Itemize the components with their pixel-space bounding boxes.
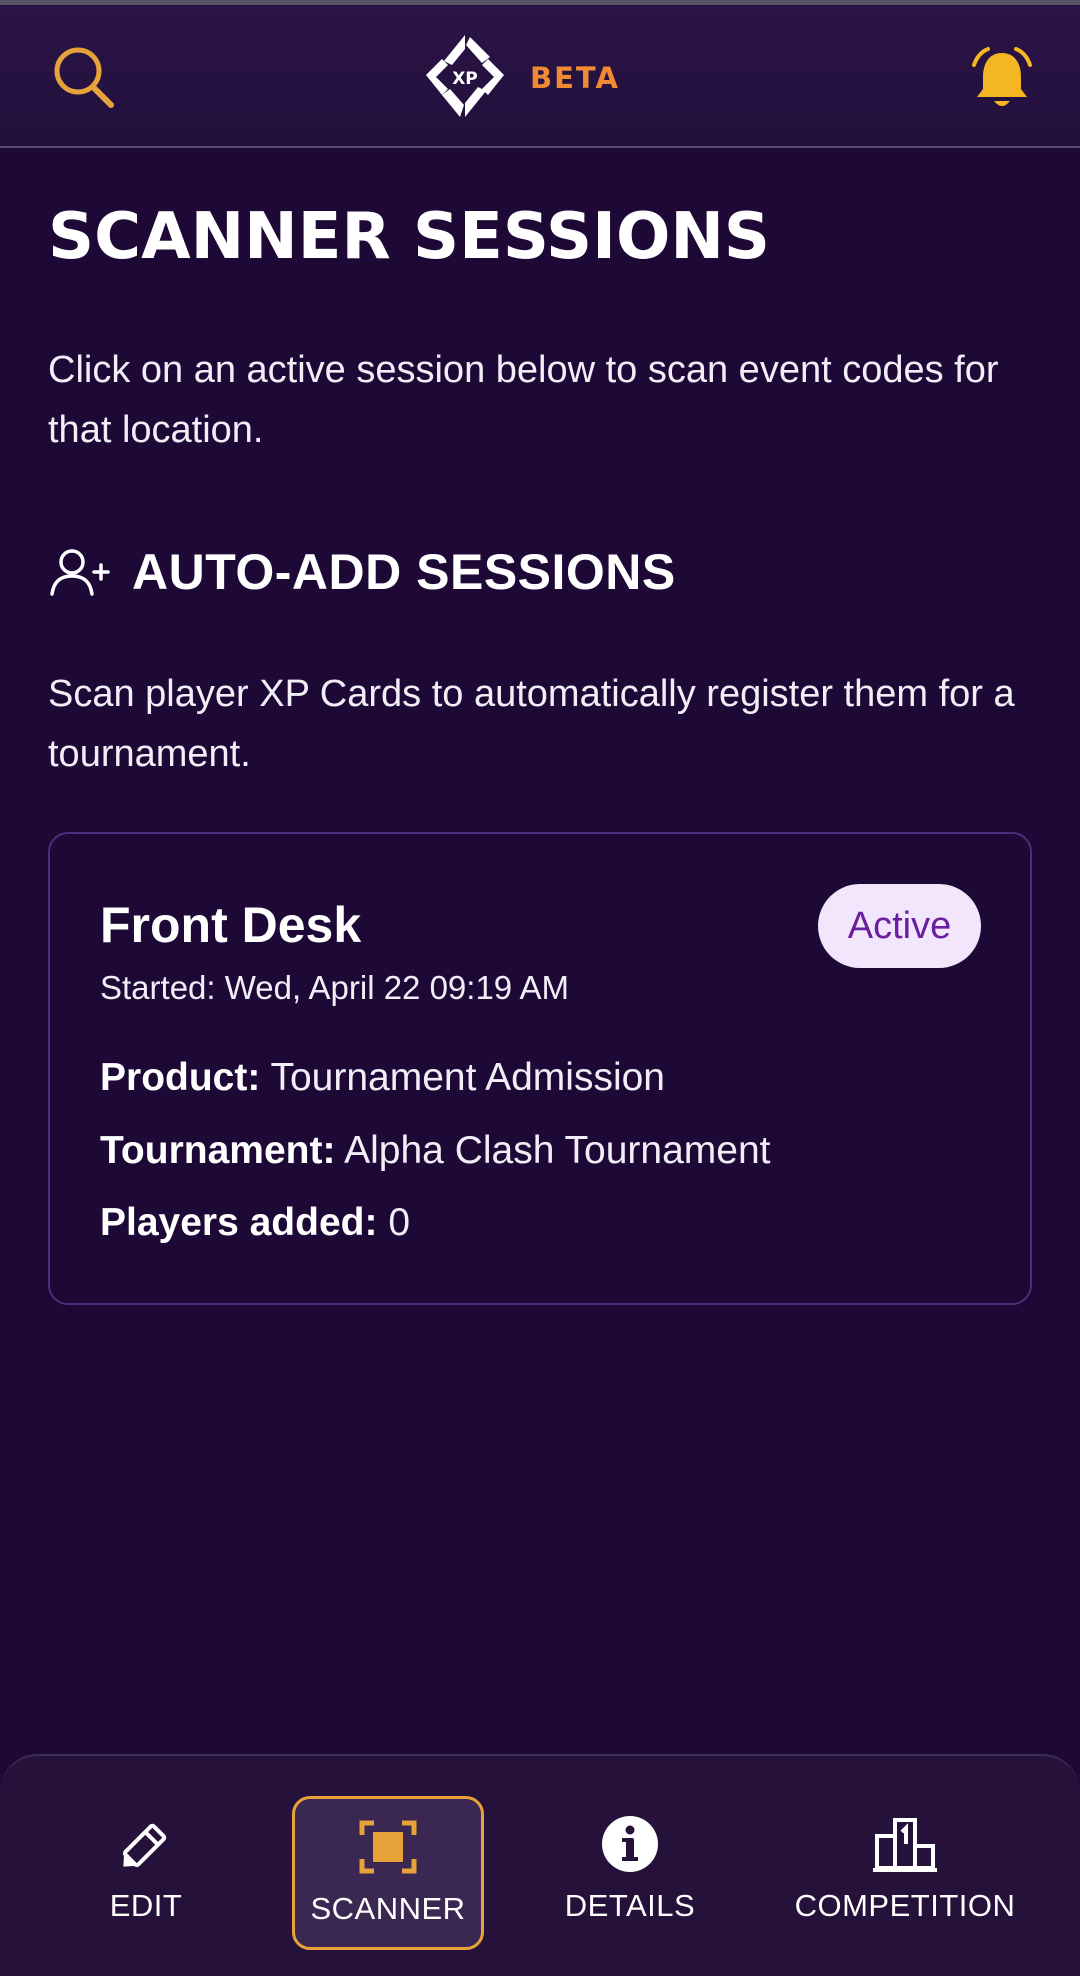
nav-scanner-label: SCANNER <box>310 1891 466 1926</box>
notifications-button[interactable] <box>968 45 1036 113</box>
section-heading: AUTO-ADD SESSIONS <box>48 540 676 604</box>
session-started: Started: Wed, April 22 09:19 AM <box>100 969 569 1006</box>
product-value: Tournament Admission <box>270 1056 666 1099</box>
nav-competition-label: COMPETITION <box>794 1888 1016 1923</box>
app-logo[interactable]: XP BETA <box>420 31 720 127</box>
search-icon <box>54 47 114 108</box>
bottom-nav: EDIT SCANNER DETAILS COMPETITION <box>0 1754 1080 1976</box>
xp-logo-icon: XP <box>426 35 504 117</box>
players-label: Players added: <box>100 1201 378 1244</box>
session-name: Front Desk <box>100 897 362 953</box>
product-label: Product: <box>100 1056 261 1099</box>
beta-label: BETA <box>530 61 620 95</box>
page: XP BETA SCANNER SESSIONS Click on an act… <box>0 0 1080 1976</box>
podium-icon <box>873 1818 937 1872</box>
top-header: XP BETA <box>0 5 1080 148</box>
session-tournament: Tournament: Alpha Clash Tournament <box>100 1129 771 1173</box>
pencil-icon <box>122 1823 167 1868</box>
nav-scanner[interactable]: SCANNER <box>292 1796 484 1950</box>
logo-text: XP <box>452 69 478 89</box>
nav-competition[interactable]: COMPETITION <box>786 1796 1024 1946</box>
scanner-icon <box>359 1820 417 1874</box>
info-icon <box>602 1816 658 1872</box>
search-button[interactable] <box>48 41 120 113</box>
user-plus-icon <box>50 549 110 596</box>
session-players: Players added: 0 <box>100 1201 410 1245</box>
page-intro: Click on an active session below to scan… <box>48 349 999 451</box>
session-card[interactable]: Front Desk Active Started: Wed, April 22… <box>48 832 1032 1305</box>
section-title: AUTO-ADD SESSIONS <box>132 544 676 600</box>
section-description: Scan player XP Cards to automatically re… <box>48 673 1015 775</box>
session-product: Product: Tournament Admission <box>100 1056 665 1100</box>
tournament-label: Tournament: <box>100 1129 336 1172</box>
nav-details[interactable]: DETAILS <box>556 1796 704 1946</box>
tournament-value: Alpha Clash Tournament <box>344 1129 771 1172</box>
bell-icon <box>972 47 1032 106</box>
nav-edit[interactable]: EDIT <box>86 1796 206 1946</box>
nav-edit-label: EDIT <box>109 1888 183 1923</box>
players-value: 0 <box>388 1201 411 1244</box>
status-badge: Active <box>818 884 981 968</box>
page-title: SCANNER SESSIONS <box>48 200 770 274</box>
nav-details-label: DETAILS <box>564 1888 696 1923</box>
